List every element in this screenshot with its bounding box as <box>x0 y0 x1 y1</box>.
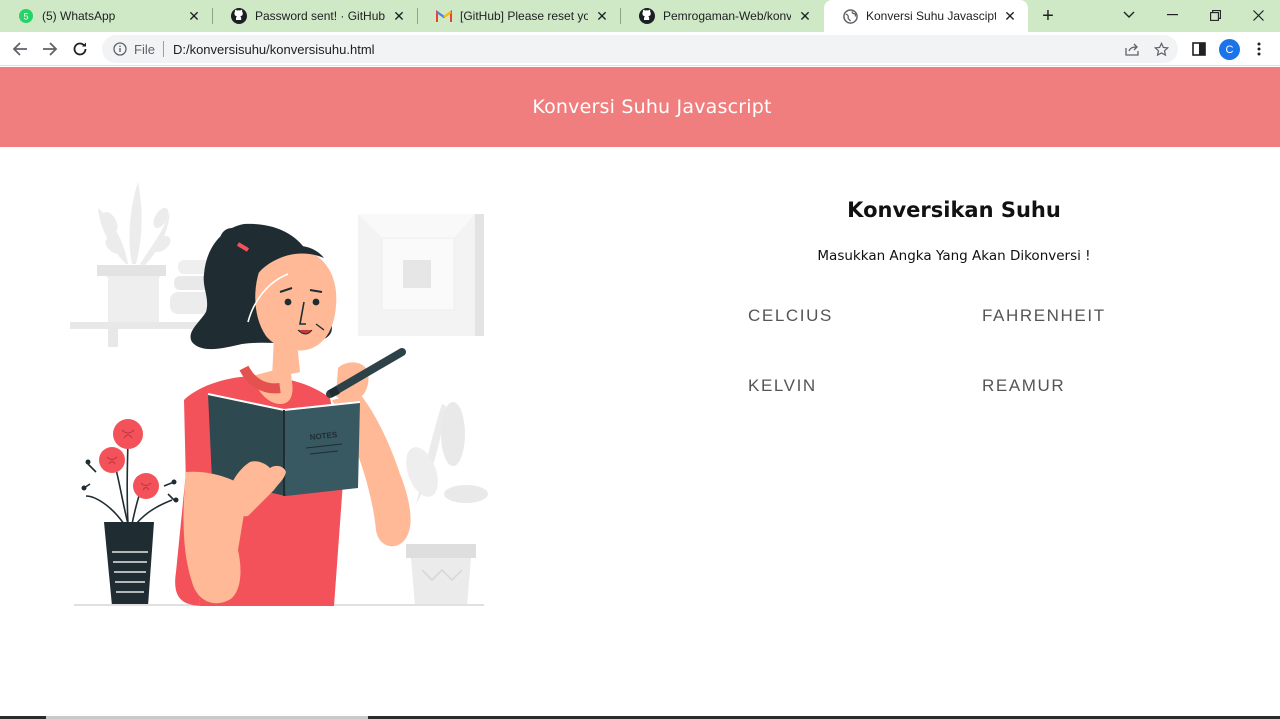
tab-title: Pemrogaman-Web/konversi <box>663 9 791 23</box>
info-icon[interactable] <box>112 41 128 57</box>
github-icon <box>639 8 655 24</box>
close-window-icon[interactable] <box>1237 0 1279 30</box>
tab-github-password[interactable]: Password sent! · GitHub ✕ <box>213 0 417 32</box>
browser-toolbar: File D:/konversisuhu/konversisuhu.html <box>0 32 1280 66</box>
globe-icon <box>842 8 858 24</box>
close-icon[interactable]: ✕ <box>594 8 610 24</box>
tab-title: (5) WhatsApp <box>42 9 116 23</box>
forward-icon[interactable] <box>36 35 64 63</box>
address-separator <box>162 41 164 57</box>
tab-search-icon[interactable] <box>1108 0 1150 30</box>
minimize-icon[interactable] <box>1151 0 1193 30</box>
site-title: Konversi Suhu Javascript <box>532 96 772 118</box>
tab-whatsapp[interactable]: 5 (5) WhatsApp ✕ <box>0 0 212 32</box>
share-icon[interactable] <box>1124 41 1140 57</box>
tab-konversi-suhu[interactable]: Konversi Suhu Javascipt ✕ <box>824 0 1028 32</box>
site-header: Konversi Suhu Javascript <box>0 67 1280 147</box>
new-tab-button[interactable]: + <box>1036 4 1060 28</box>
kelvin-label[interactable]: KELVIN <box>748 376 817 396</box>
converter-title: Konversikan Suhu <box>847 198 1061 222</box>
side-panel-icon[interactable] <box>1185 35 1213 63</box>
tab-github-repo[interactable]: Pemrogaman-Web/konversi ✕ <box>621 0 823 32</box>
converter-instruction: Masukkan Angka Yang Akan Dikonversi ! <box>817 248 1091 264</box>
address-bar[interactable]: File D:/konversisuhu/konversisuhu.html <box>102 35 1178 63</box>
tab-strip: 5 (5) WhatsApp ✕ Password sent! · GitHub… <box>0 0 1280 32</box>
woman-reading-notes-illustration: NOTES <box>70 182 488 606</box>
scheme-label: File <box>134 41 155 57</box>
gmail-icon <box>436 8 452 24</box>
whatsapp-icon: 5 <box>18 8 34 24</box>
restore-icon[interactable] <box>1194 0 1236 30</box>
tab-title: Password sent! · GitHub <box>255 9 385 23</box>
tab-title: [GitHub] Please reset your pa <box>460 9 588 23</box>
svg-text:5: 5 <box>23 12 28 22</box>
close-icon[interactable]: ✕ <box>391 8 407 24</box>
close-icon[interactable]: ✕ <box>186 8 202 24</box>
back-icon[interactable] <box>6 35 34 63</box>
reamur-label[interactable]: REAMUR <box>982 376 1065 396</box>
bookmark-star-icon[interactable] <box>1153 41 1169 57</box>
celcius-label[interactable]: CELCIUS <box>748 306 833 326</box>
close-icon[interactable]: ✕ <box>1002 8 1018 24</box>
tab-gmail-reset[interactable]: [GitHub] Please reset your pa ✕ <box>418 0 620 32</box>
fahrenheit-label[interactable]: FAHRENHEIT <box>982 306 1106 326</box>
url-text[interactable]: D:/konversisuhu/konversisuhu.html <box>173 42 375 57</box>
close-icon[interactable]: ✕ <box>797 8 813 24</box>
reload-icon[interactable] <box>66 35 94 63</box>
profile-avatar[interactable]: C <box>1219 39 1240 60</box>
github-icon <box>231 8 247 24</box>
tab-title: Konversi Suhu Javascipt <box>866 9 996 23</box>
menu-kebab-icon[interactable] <box>1245 35 1273 63</box>
